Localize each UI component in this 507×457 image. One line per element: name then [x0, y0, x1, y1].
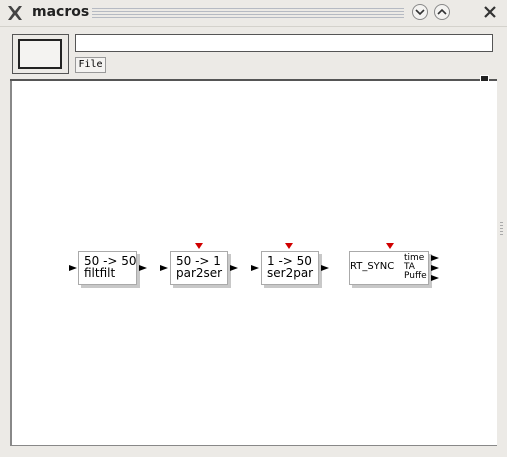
input-port[interactable] — [160, 265, 168, 271]
par2ser-block[interactable]: 50 -> 1 par2ser — [170, 251, 228, 285]
chevron-up-icon — [437, 8, 447, 15]
output-port[interactable] — [230, 265, 238, 271]
block-name: par2ser — [176, 266, 223, 280]
chevron-down-icon — [415, 9, 425, 16]
output-port[interactable] — [139, 265, 147, 271]
block-name: ser2par — [267, 266, 314, 280]
filtfilt-block[interactable]: 50 -> 50 filtfilt — [78, 251, 137, 285]
window-title: macros — [32, 4, 90, 20]
ser2par-block[interactable]: 1 -> 50 ser2par — [261, 251, 319, 285]
output-port[interactable] — [431, 275, 439, 281]
x-logo-icon — [8, 6, 22, 20]
shade-up-button[interactable] — [434, 4, 450, 20]
close-icon[interactable] — [482, 4, 498, 20]
macro-preview[interactable] — [12, 34, 69, 74]
input-port[interactable] — [251, 265, 259, 271]
output-port[interactable] — [431, 255, 439, 261]
block-name: filtfilt — [84, 266, 116, 280]
input-port[interactable] — [69, 265, 77, 271]
trigger-port-icon[interactable] — [285, 243, 293, 249]
output-port[interactable] — [321, 265, 329, 271]
output-port[interactable] — [431, 265, 439, 271]
rt-sync-block[interactable]: RT_SYNC time TA Puffe — [349, 251, 429, 285]
block-name: RT_SYNC — [350, 261, 395, 272]
trigger-port-icon[interactable] — [195, 243, 203, 249]
macro-preview-frame — [18, 39, 62, 69]
title-decoration — [92, 8, 404, 18]
shade-down-button[interactable] — [412, 4, 428, 20]
side-grip[interactable] — [500, 222, 503, 236]
title-bar[interactable]: macros — [0, 0, 507, 27]
trigger-port-icon[interactable] — [386, 243, 394, 249]
file-button[interactable]: File — [75, 57, 106, 73]
output-label-puffe: Puffe — [404, 271, 427, 281]
macro-name-input[interactable] — [75, 34, 493, 52]
